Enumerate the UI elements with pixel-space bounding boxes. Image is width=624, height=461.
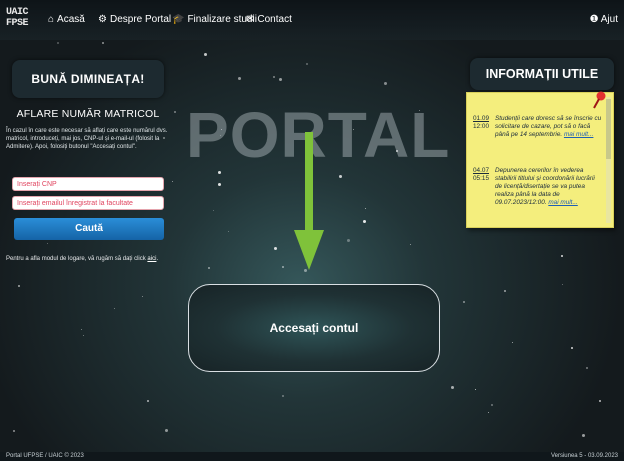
star-dot — [47, 243, 48, 244]
matricol-title: AFLARE NUMĂR MATRICOL — [16, 108, 160, 120]
home-icon: ⌂ — [48, 14, 55, 25]
graduation-cap-icon: 🎓 — [172, 14, 185, 25]
star-dot — [279, 78, 282, 81]
star-dot — [504, 290, 506, 292]
login-help-text: Pentru a afla modul de logare, vă rugăm … — [6, 256, 146, 262]
star-dot — [174, 111, 176, 113]
nav-item-label: Despre Portal — [109, 14, 172, 25]
star-dot — [282, 266, 284, 268]
news-body: Depunerea cererilor în vederea stabiliri… — [495, 167, 603, 207]
news-date[interactable]: 01.09 — [473, 115, 493, 123]
nav-item-about[interactable]: ⚙ Despre Portal — [98, 14, 171, 25]
help-label: Ajut — [600, 14, 618, 25]
star-dot — [274, 247, 277, 250]
news-time: 12:00 — [473, 123, 489, 130]
star-dot — [81, 329, 82, 330]
login-help-link[interactable]: aici — [147, 256, 156, 262]
star-dot — [204, 53, 207, 56]
nav-item-label: Contact — [257, 14, 292, 25]
star-dot — [18, 285, 20, 287]
greeting-box: BUNĂ DIMINEAȚA! — [12, 60, 164, 98]
pushpin-icon — [593, 91, 606, 109]
star-dot — [451, 386, 454, 389]
star-dot — [463, 301, 465, 303]
star-dot — [57, 42, 59, 44]
access-account-button[interactable]: Accesați contul — [188, 284, 440, 372]
star-dot — [114, 308, 115, 309]
greeting-text: BUNĂ DIMINEAȚA! — [31, 72, 145, 86]
news-panel: 01.09 12:00 Studenții care doresc să se … — [466, 91, 614, 228]
star-dot — [586, 367, 588, 369]
news-time: 05:15 — [473, 175, 489, 182]
star-dot — [562, 284, 563, 285]
star-dot — [228, 231, 229, 232]
email-input[interactable]: Inserați emailul înregistrat la facultat… — [12, 196, 164, 210]
star-dot — [172, 181, 173, 182]
logo-line-1: UAIC — [6, 7, 29, 18]
star-dot — [83, 335, 84, 336]
login-help-note: Pentru a afla modul de logare, vă rugăm … — [6, 256, 159, 262]
star-dot — [363, 220, 366, 223]
nav-item-home[interactable]: ⌂ Acasă — [48, 14, 85, 25]
star-dot — [218, 183, 221, 186]
star-dot — [599, 400, 601, 402]
star-dot — [13, 430, 15, 432]
copyright-text: Portal UFPSE / UAIC © 2023 — [6, 453, 84, 459]
nav-item-contact[interactable]: ✉ Contact — [246, 14, 292, 25]
news-item: 01.09 12:00 Studenții care doresc să se … — [473, 115, 603, 163]
faculty-logo[interactable]: UAIC FPSE — [6, 7, 32, 31]
info-title: INFORMAȚII UTILE — [485, 67, 599, 81]
star-dot — [475, 389, 476, 390]
star-dot — [213, 210, 214, 211]
news-scrollbar-thumb[interactable] — [606, 99, 611, 159]
news-more-link[interactable]: mai mult... — [564, 131, 593, 138]
logo-line-2: FPSE — [6, 18, 29, 29]
page-background: UAIC FPSE ⌂ Acasă ⚙ Despre Portal 🎓 Finaliz… — [0, 0, 624, 461]
help-icon: ❶ — [589, 14, 599, 25]
star-dot — [491, 404, 493, 406]
star-dot — [512, 342, 513, 343]
star-dot — [142, 296, 143, 297]
star-dot — [282, 395, 284, 397]
search-button[interactable]: Caută — [14, 218, 164, 240]
access-account-label: Accesați contul — [269, 321, 359, 335]
envelope-icon: ✉ — [246, 14, 255, 25]
star-dot — [273, 76, 275, 78]
star-dot — [582, 434, 585, 437]
star-dot — [208, 267, 210, 269]
star-dot — [410, 244, 411, 245]
news-body: Studenții care doresc să se înscrie cu s… — [495, 115, 603, 139]
top-navigation-bar: UAIC FPSE ⌂ Acasă ⚙ Despre Portal 🎓 Finaliz… — [0, 0, 624, 40]
version-text: Versiunea 5 - 03.09.2023 — [550, 453, 618, 459]
nav-item-label: Acasă — [57, 14, 85, 25]
news-date[interactable]: 04.07 — [473, 167, 493, 175]
star-dot — [339, 175, 342, 178]
star-dot — [488, 412, 489, 413]
star-dot — [561, 255, 563, 257]
star-dot — [238, 77, 241, 80]
star-dot — [165, 429, 168, 432]
news-more-link[interactable]: mai mult... — [548, 199, 577, 206]
star-dot — [365, 208, 366, 209]
star-dot — [571, 347, 573, 349]
star-dot — [102, 42, 104, 44]
matricol-instructions: În cazul în care este necesar să aflați … — [6, 128, 168, 150]
info-title-box: INFORMAȚII UTILE — [470, 58, 614, 90]
gear-icon: ⚙ — [98, 14, 107, 25]
cnp-input[interactable]: Inserați CNP — [12, 177, 164, 191]
star-dot — [384, 82, 387, 85]
star-dot — [147, 400, 149, 402]
footer-bar: Portal UFPSE / UAIC © 2023 Versiunea 5 -… — [0, 452, 624, 461]
news-item: 04.07 05:15 Depunerea cererilor în veder… — [473, 167, 603, 225]
down-arrow-icon — [294, 132, 324, 270]
nav-item-graduation[interactable]: 🎓 Finalizare studii — [172, 14, 257, 25]
help-link[interactable]: ❶ Ajut — [590, 14, 618, 25]
news-text: Depunerea cererilor în vederea stabiliri… — [495, 167, 595, 206]
star-dot — [347, 239, 350, 242]
star-dot — [306, 63, 308, 65]
